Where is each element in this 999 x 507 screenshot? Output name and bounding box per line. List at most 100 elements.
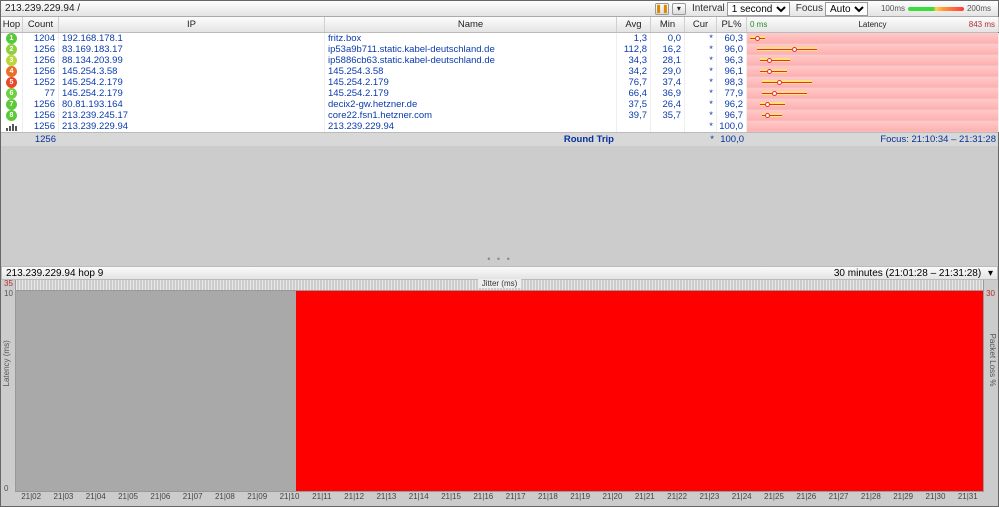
table-row[interactable]: 51252145.254.2.179145.254.2.17976,737,4*… xyxy=(1,77,998,88)
x-tick: 21|28 xyxy=(855,492,887,506)
name-cell: ip53a9b711.static.kabel-deutschland.de xyxy=(325,44,617,55)
splitter-handle-icon[interactable]: • • • xyxy=(487,254,511,264)
focus-label: Focus xyxy=(796,3,823,14)
col-cur[interactable]: Cur xyxy=(685,17,717,32)
col-name[interactable]: Name xyxy=(325,17,617,32)
x-tick: 21|17 xyxy=(499,492,531,506)
chart-range: 30 minutes (21:01:28 – 21:31:28) ▾ xyxy=(834,268,993,279)
col-hop[interactable]: Hop xyxy=(1,17,23,32)
ip-cell: 83.169.183.17 xyxy=(59,44,325,55)
latency-cell xyxy=(747,33,999,44)
hop-badge-icon: 5 xyxy=(6,77,17,88)
summary-row: 1256 Round Trip * 100,0 Focus: 21:10:34 … xyxy=(1,132,998,146)
ip-cell: 213.239.229.94 xyxy=(59,121,325,132)
min-cell: 0,0 xyxy=(651,33,685,44)
name-cell: 145.254.2.179 xyxy=(325,88,617,99)
interval-select[interactable]: 1 second xyxy=(727,2,790,16)
col-count[interactable]: Count xyxy=(23,17,59,32)
cur-cell: * xyxy=(685,66,717,77)
col-ip[interactable]: IP xyxy=(59,17,325,32)
min-cell: 26,4 xyxy=(651,99,685,110)
latency-marker-icon xyxy=(755,36,760,41)
count-cell: 1256 xyxy=(23,55,59,66)
count-cell: 1256 xyxy=(23,66,59,77)
hop-cell: 7 xyxy=(1,99,23,110)
table-row[interactable]: 81256213.239.245.17core22.fsn1.hetzner.c… xyxy=(1,110,998,121)
hop-badge-icon: 6 xyxy=(6,88,17,99)
avg-cell: 1,3 xyxy=(617,33,651,44)
min-cell: 36,9 xyxy=(651,88,685,99)
latency-legend: 100ms 200ms xyxy=(878,4,994,13)
x-axis: 21|0221|0321|0421|0521|0621|0721|0821|09… xyxy=(15,492,984,506)
table-row[interactable]: 11204192.168.178.1fritz.box1,30,0*60,3 xyxy=(1,33,998,44)
pause-button[interactable]: ❚❚ xyxy=(655,3,669,15)
hop-grid: Hop Count IP Name Avg Min Cur PL% 0 ms L… xyxy=(1,17,998,146)
hop-badge-icon: 1 xyxy=(6,33,17,44)
chart-nodata-region xyxy=(16,291,296,491)
x-tick: 21|31 xyxy=(952,492,984,506)
pl-cell: 100,0 xyxy=(717,121,747,132)
table-row[interactable]: 7125680.81.193.164decix2-gw.hetzner.de37… xyxy=(1,99,998,110)
hop-cell xyxy=(1,121,23,132)
count-cell: 1256 xyxy=(23,121,59,132)
pl-cell: 96,1 xyxy=(717,66,747,77)
chart-menu-icon[interactable]: ▾ xyxy=(988,268,993,279)
name-cell: fritz.box xyxy=(325,33,617,44)
name-cell: 145.254.3.58 xyxy=(325,66,617,77)
pl-cell: 96,0 xyxy=(717,44,747,55)
dropdown-button[interactable]: ▾ xyxy=(672,3,686,15)
count-cell: 1256 xyxy=(23,110,59,121)
x-tick: 21|20 xyxy=(596,492,628,506)
latency-marker-icon xyxy=(765,102,770,107)
avg-cell xyxy=(617,121,651,132)
min-cell xyxy=(651,121,685,132)
pl-cell: 77,9 xyxy=(717,88,747,99)
x-tick: 21|15 xyxy=(435,492,467,506)
x-tick: 21|22 xyxy=(661,492,693,506)
x-tick: 21|21 xyxy=(629,492,661,506)
focus-select[interactable]: Auto xyxy=(825,2,868,16)
col-pl[interactable]: PL% xyxy=(717,17,747,32)
count-cell: 1252 xyxy=(23,77,59,88)
pl-cell: 96,3 xyxy=(717,55,747,66)
hop-cell: 1 xyxy=(1,33,23,44)
min-cell: 35,7 xyxy=(651,110,685,121)
splitter-area[interactable]: • • • xyxy=(1,146,998,266)
y-axis-label: Latency (ms) xyxy=(2,340,11,386)
cur-cell: * xyxy=(685,121,717,132)
y2-axis-label: Packet Loss % xyxy=(988,334,997,387)
x-tick: 21|03 xyxy=(47,492,79,506)
pl-cell: 96,7 xyxy=(717,110,747,121)
avg-cell: 34,2 xyxy=(617,66,651,77)
table-row[interactable]: 1256213.239.229.94213.239.229.94*100,0 xyxy=(1,121,998,132)
min-cell: 37,4 xyxy=(651,77,685,88)
cur-cell: * xyxy=(685,55,717,66)
latency-cell xyxy=(747,77,999,88)
col-min[interactable]: Min xyxy=(651,17,685,32)
table-row[interactable]: 2125683.169.183.17ip53a9b711.static.kabe… xyxy=(1,44,998,55)
min-cell: 16,2 xyxy=(651,44,685,55)
summary-label: Round Trip xyxy=(59,133,617,146)
x-tick: 21|05 xyxy=(112,492,144,506)
ip-cell: 80.81.193.164 xyxy=(59,99,325,110)
latency-cell xyxy=(747,121,999,132)
avg-cell: 76,7 xyxy=(617,77,651,88)
table-row[interactable]: 677145.254.2.179145.254.2.17966,436,9*77… xyxy=(1,88,998,99)
hop-cell: 2 xyxy=(1,44,23,55)
table-row[interactable]: 3125688.134.203.99ip5886cb63.static.kabe… xyxy=(1,55,998,66)
chart-header: 213.239.229.94 hop 9 30 minutes (21:01:2… xyxy=(1,266,998,280)
x-tick: 21|16 xyxy=(467,492,499,506)
col-latency[interactable]: 0 ms Latency 843 ms xyxy=(747,17,999,32)
x-tick: 21|06 xyxy=(144,492,176,506)
chart-title: 213.239.229.94 hop 9 xyxy=(6,268,103,279)
x-tick: 21|25 xyxy=(758,492,790,506)
col-avg[interactable]: Avg xyxy=(617,17,651,32)
latency-cell xyxy=(747,44,999,55)
x-tick: 21|23 xyxy=(693,492,725,506)
x-tick: 21|04 xyxy=(80,492,112,506)
x-tick: 21|02 xyxy=(15,492,47,506)
x-tick: 21|10 xyxy=(273,492,305,506)
hop-badge-icon: 2 xyxy=(6,44,17,55)
chart-plot-area[interactable]: 10 0 30 xyxy=(15,290,984,492)
table-row[interactable]: 41256145.254.3.58145.254.3.5834,229,0*96… xyxy=(1,66,998,77)
